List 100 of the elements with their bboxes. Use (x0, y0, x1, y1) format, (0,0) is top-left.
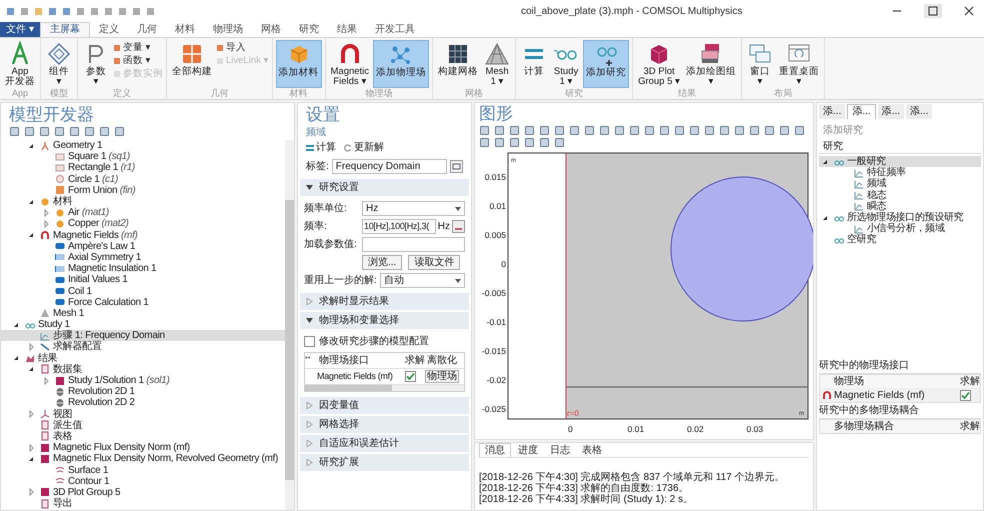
tree-item[interactable]: 导出 (1, 498, 285, 510)
toolbar-icon[interactable] (599, 124, 610, 136)
section-header[interactable]: 求解时显示结果 (300, 293, 469, 310)
scrollbar[interactable] (305, 384, 464, 391)
tree-item[interactable]: Magnetic Flux Density Norm (mf) (1, 442, 285, 454)
dropdown[interactable]: Hz (362, 201, 465, 216)
ribbon-tab[interactable]: 材料 (166, 22, 204, 37)
dropdown[interactable]: 自动 (380, 273, 465, 288)
tree-item[interactable]: Initial Values 1 (1, 274, 285, 286)
toolbar-button[interactable]: 计算 (306, 140, 336, 155)
input-field[interactable]: 10[Hz],100[Hz],3( (362, 219, 436, 234)
tree-item[interactable]: 求解器配置 (1, 341, 285, 353)
tree-item[interactable]: 表格 (1, 430, 285, 442)
toolbar-icon[interactable] (539, 136, 550, 148)
tree-item[interactable]: Air (mat1) (1, 207, 285, 218)
toolbar-icon[interactable] (114, 126, 125, 136)
tree-item[interactable]: 结果 (1, 352, 285, 364)
toolbar-icon[interactable] (674, 124, 685, 136)
file-menu[interactable]: 文件 ▾ (0, 22, 40, 37)
ribbon-small-button[interactable]: 函数 ▾ (113, 55, 163, 66)
checkbox[interactable] (405, 371, 416, 382)
physics-button[interactable]: 物理场 (425, 370, 459, 383)
ribbon-tab[interactable]: 结果 (328, 22, 366, 37)
message-tab[interactable]: 消息 (479, 443, 511, 457)
label-field[interactable]: Frequency Domain (332, 159, 447, 174)
restore-icon[interactable] (924, 4, 942, 18)
toolbar-icon[interactable] (524, 136, 535, 148)
toolbar-icon[interactable] (84, 126, 95, 136)
toolbar-icon[interactable] (689, 124, 700, 136)
toolbar-icon[interactable] (554, 124, 565, 136)
toolbar-icon[interactable] (509, 124, 520, 136)
panel-tab[interactable]: 添... (906, 104, 932, 119)
ribbon-button[interactable]: 计算 (519, 40, 550, 88)
tree-item[interactable]: Magnetic Insulation 1 (1, 263, 285, 274)
tree-item[interactable]: Form Union (fin) (1, 184, 285, 196)
toolbar-icon[interactable] (794, 124, 805, 136)
tree-item[interactable]: Force Calculation 1 (1, 296, 285, 308)
toolbar-icon[interactable] (734, 124, 745, 136)
tree-item[interactable]: Mesh 1 (1, 308, 285, 319)
ribbon-button[interactable]: 添加研究 (583, 40, 630, 88)
toolbar-icon[interactable] (569, 124, 580, 136)
ribbon-small-button[interactable]: 导入 (216, 42, 268, 53)
tree-item[interactable]: Study 1 (1, 319, 285, 330)
toolbar-icon[interactable] (524, 124, 535, 136)
ribbon-tab[interactable]: 几何 (128, 22, 166, 37)
tree-item[interactable]: 3D Plot Group 5 (1, 486, 285, 498)
label-reset-icon[interactable] (450, 160, 463, 173)
close-icon[interactable] (964, 6, 974, 16)
tree-item[interactable]: Axial Symmetry 1 (1, 252, 285, 264)
ribbon-tab[interactable]: 物理场 (204, 22, 252, 37)
ribbon-tab[interactable]: 主屏幕 (40, 22, 90, 37)
input-field[interactable] (362, 237, 465, 252)
toolbar-icon[interactable] (554, 136, 565, 148)
tree-item[interactable]: Magnetic Flux Density Norm, Revolved Geometry (mf) (1, 453, 285, 464)
ribbon-tab[interactable]: 研究 (290, 22, 328, 37)
ribbon-button[interactable]: 参数 ▾ (81, 40, 111, 88)
ribbon-button[interactable]: 3D Plot Group 5 ▾ (636, 40, 682, 88)
section-header[interactable]: 研究扩展 (300, 454, 469, 471)
tree-item[interactable]: Revolution 2D 2 (1, 397, 285, 408)
tree-item[interactable]: 一般研究 (819, 156, 981, 168)
message-tab[interactable]: 日志 (545, 443, 575, 457)
panel-tab[interactable]: 添... (819, 104, 846, 119)
section-header[interactable]: 物理场和变量选择 (300, 312, 469, 329)
tree-item[interactable]: Ampère's Law 1 (1, 240, 285, 252)
tree-item[interactable]: 材料 (1, 196, 285, 208)
toolbar-icon[interactable] (719, 124, 730, 136)
toolbar-icon[interactable] (584, 124, 595, 136)
tree-item[interactable]: Coil 1 (1, 285, 285, 297)
section-header[interactable]: 因变量值 (300, 397, 469, 414)
tree-item[interactable]: 视图 (1, 408, 285, 420)
tree-item[interactable]: 空研究 (819, 234, 981, 246)
tree-item[interactable]: Contour 1 (1, 476, 285, 487)
ribbon-button[interactable]: 重置桌面 ▾ (777, 40, 822, 88)
toolbar-icon[interactable] (704, 124, 715, 136)
tree-item[interactable]: 派生值 (1, 420, 285, 431)
tree-item[interactable]: 稳态 (819, 190, 981, 201)
toolbar-icon[interactable] (614, 124, 625, 136)
tree-item[interactable]: Study 1/Solution 1 (sol1) (1, 374, 285, 386)
tree-item[interactable]: 频域 (819, 178, 981, 190)
tree-item[interactable]: Copper (mat2) (1, 218, 285, 230)
add-study-button[interactable]: 添加研究 (823, 125, 863, 137)
toolbar-icon[interactable] (779, 124, 790, 136)
ribbon-button[interactable]: 全部构建 (170, 40, 214, 88)
toolbar-button[interactable]: 更新解 (344, 140, 384, 155)
tree-item[interactable]: Square 1 (sq1) (1, 151, 285, 162)
tree-item[interactable]: Revolution 2D 1 (1, 386, 285, 398)
tree-item[interactable]: 数据集 (1, 364, 285, 375)
ribbon-tab[interactable]: 定义 (90, 22, 128, 37)
tree-item[interactable]: 特征频率 (819, 167, 981, 178)
toolbar-icon[interactable] (494, 124, 505, 136)
tree-item[interactable]: 瞬态 (819, 200, 981, 212)
ribbon-button[interactable]: 添加材料 (276, 40, 322, 88)
ribbon-button[interactable]: 构建网格 (436, 40, 480, 88)
ribbon-button[interactable]: 窗口 ▾ (745, 40, 776, 88)
toolbar-icon[interactable] (54, 126, 65, 136)
dialog-button[interactable]: 读取文件 (408, 255, 460, 270)
ribbon-button[interactable]: 添加绘图组 ▾ (684, 40, 738, 88)
ribbon-button[interactable]: Magnetic Fields ▾ (328, 40, 372, 88)
toolbar-icon[interactable] (644, 124, 655, 136)
toolbar-icon[interactable] (9, 126, 20, 136)
